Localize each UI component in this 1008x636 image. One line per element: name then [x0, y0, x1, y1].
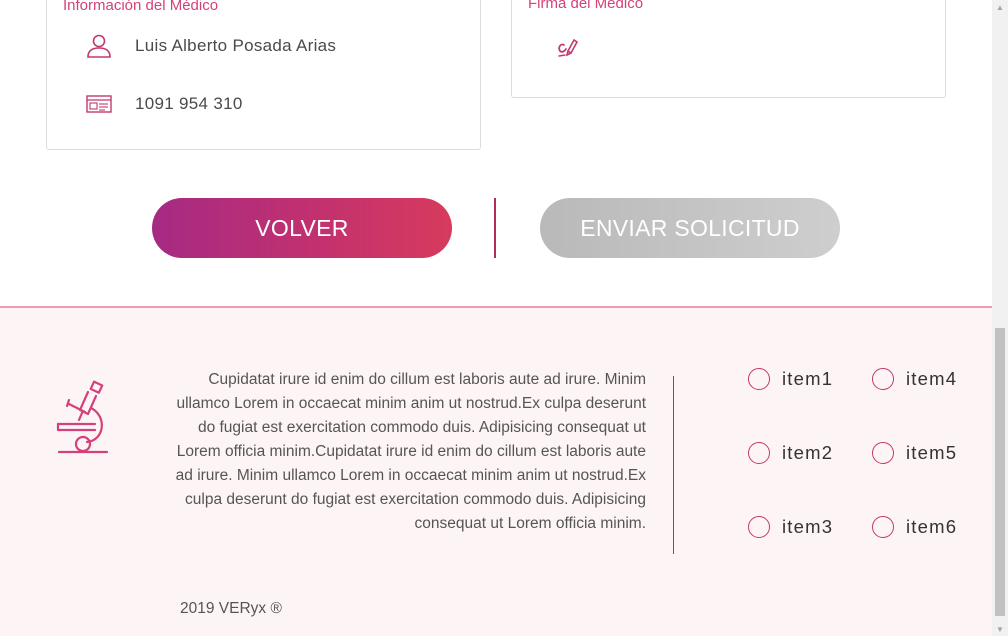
- doctor-info-card: Información del Médico Luis Alberto Posa…: [46, 0, 481, 150]
- user-icon: [85, 32, 113, 60]
- signature-title: Firma del Médico: [528, 0, 644, 12]
- footer-item-label[interactable]: item1: [782, 368, 833, 390]
- footer-item-6[interactable]: item6: [872, 516, 957, 538]
- submit-request-button[interactable]: ENVIAR SOLICITUD: [540, 198, 840, 258]
- vertical-scrollbar[interactable]: ▲ ▼: [992, 0, 1008, 636]
- radio-circle-icon[interactable]: [748, 516, 770, 538]
- id-card-icon: [85, 90, 113, 118]
- footer-item-label[interactable]: item3: [782, 516, 833, 538]
- radio-circle-icon[interactable]: [872, 516, 894, 538]
- back-button[interactable]: VOLVER: [152, 198, 452, 258]
- doctor-name-row: Luis Alberto Posada Arias: [85, 32, 336, 60]
- footer: Cupidatat irure id enim do cillum est la…: [0, 306, 992, 636]
- scroll-down-arrow-icon[interactable]: ▼: [992, 622, 1008, 636]
- footer-item-3[interactable]: item3: [748, 516, 833, 538]
- buttons-divider: [494, 198, 496, 258]
- microscope-icon: [55, 380, 111, 463]
- footer-item-label[interactable]: item5: [906, 442, 957, 464]
- radio-circle-icon[interactable]: [872, 442, 894, 464]
- doctor-id-row: 1091 954 310: [85, 90, 243, 118]
- doctor-id-number: 1091 954 310: [135, 94, 243, 113]
- radio-circle-icon[interactable]: [748, 368, 770, 390]
- footer-item-1[interactable]: item1: [748, 368, 833, 390]
- signature-card: Firma del Médico: [511, 0, 946, 98]
- doctor-info-title: Información del Médico: [63, 0, 219, 14]
- footer-item-label[interactable]: item2: [782, 442, 833, 464]
- footer-divider: [673, 376, 674, 554]
- copyright: 2019 VERyx ®: [180, 600, 282, 617]
- scrollbar-thumb[interactable]: [995, 328, 1005, 616]
- footer-item-label[interactable]: item6: [906, 516, 957, 538]
- scroll-up-arrow-icon[interactable]: ▲: [992, 0, 1008, 14]
- footer-description: Cupidatat irure id enim do cillum est la…: [175, 371, 646, 532]
- footer-item-5[interactable]: item5: [872, 442, 957, 464]
- footer-item-4[interactable]: item4: [872, 368, 957, 390]
- radio-circle-icon[interactable]: [872, 368, 894, 390]
- signature-icon[interactable]: [556, 36, 580, 65]
- radio-circle-icon[interactable]: [748, 442, 770, 464]
- footer-item-label[interactable]: item4: [906, 368, 957, 390]
- footer-item-2[interactable]: item2: [748, 442, 833, 464]
- doctor-name: Luis Alberto Posada Arias: [135, 36, 337, 55]
